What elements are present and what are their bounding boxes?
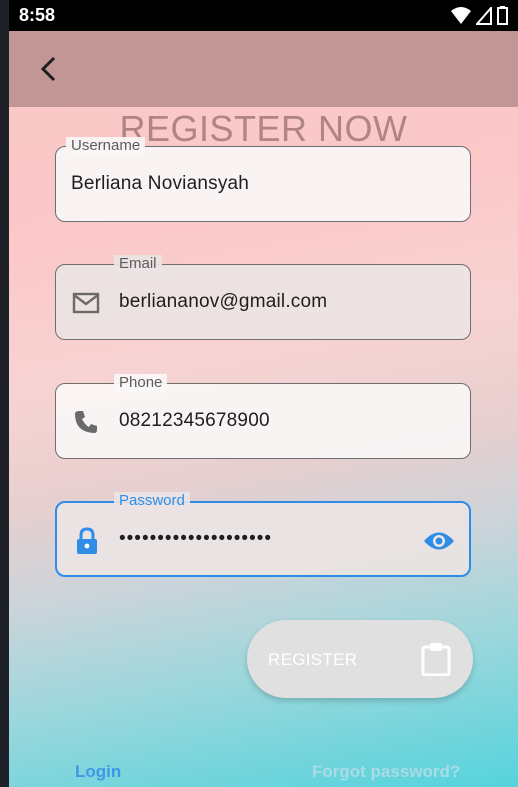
phone-label: Phone	[114, 374, 168, 392]
username-field[interactable]: Username Berliana Noviansyah	[55, 137, 471, 222]
username-label: Username	[66, 137, 146, 155]
clipboard-icon	[421, 642, 451, 677]
email-label: Email	[114, 255, 162, 273]
phone-screen: 8:58 REGISTER NOW Username Berliana Novi…	[9, 0, 518, 787]
email-field[interactable]: Email berliananov@gmail.com	[55, 255, 471, 340]
status-icons	[451, 4, 508, 30]
register-button-label: REGISTER	[268, 650, 358, 669]
wifi-icon	[451, 6, 471, 30]
phone-icon	[72, 408, 100, 436]
password-label: Password	[114, 492, 190, 510]
phone-value: 08212345678900	[119, 410, 270, 431]
password-field[interactable]: Password ••••••••••••••••••••	[55, 492, 471, 577]
status-bar: 8:58	[9, 0, 518, 31]
back-arrow-icon[interactable]	[29, 49, 69, 89]
username-value: Berliana Noviansyah	[71, 173, 250, 194]
email-value: berliananov@gmail.com	[119, 291, 328, 312]
battery-icon	[497, 6, 508, 30]
password-value: ••••••••••••••••••••	[119, 528, 273, 549]
eye-icon[interactable]	[423, 525, 455, 557]
lock-icon	[73, 527, 101, 555]
app-bar	[9, 31, 518, 107]
register-button[interactable]: REGISTER	[247, 620, 473, 698]
background-editor-strip	[0, 0, 9, 787]
mail-icon	[72, 289, 100, 317]
status-time: 8:58	[19, 5, 56, 25]
login-link[interactable]: Login	[75, 762, 121, 782]
phone-field[interactable]: Phone 08212345678900	[55, 374, 471, 459]
signal-icon	[474, 4, 492, 30]
forgot-password-link[interactable]: Forgot password?	[312, 762, 460, 782]
